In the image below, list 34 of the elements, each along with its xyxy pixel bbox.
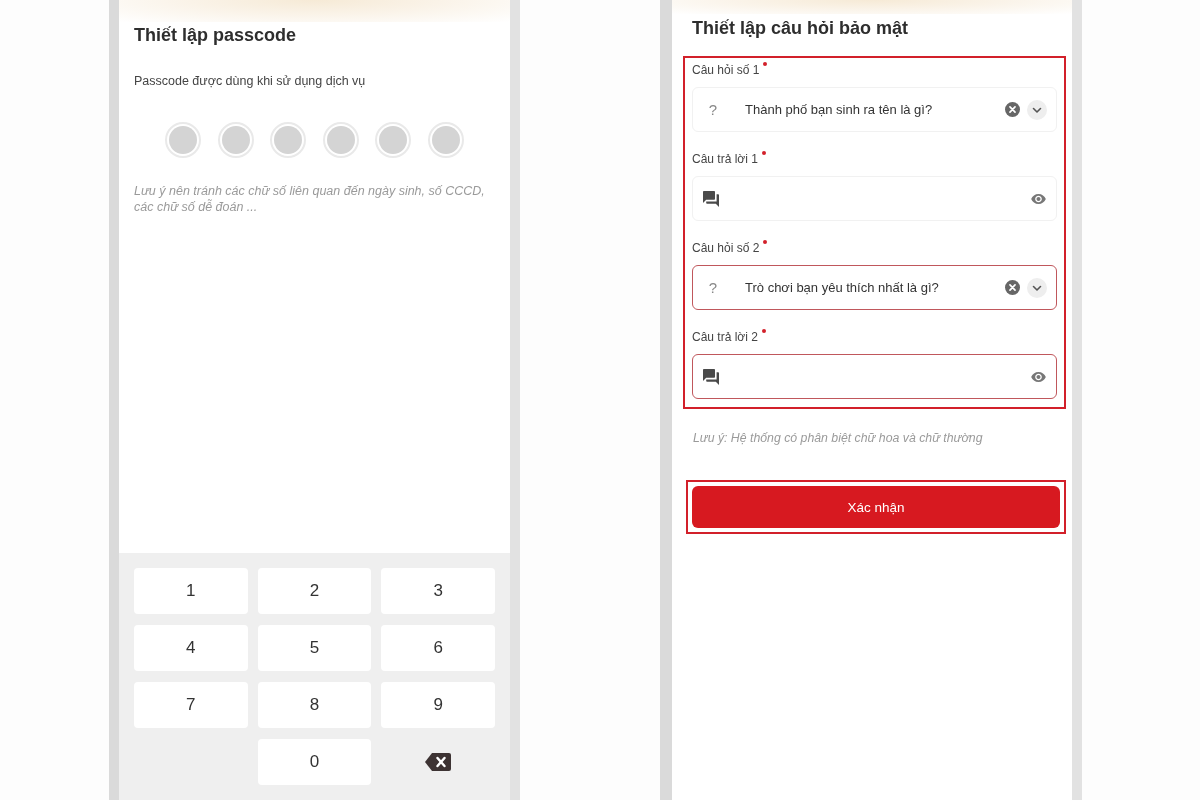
confirm-button[interactable]: Xác nhận (692, 486, 1060, 528)
eye-icon[interactable] (1031, 193, 1046, 204)
chevron-down-icon[interactable] (1027, 277, 1047, 298)
question-select[interactable]: ? Trò chơi bạn yêu thích nhất là gì? (692, 265, 1057, 310)
screen-title: Thiết lập passcode (134, 24, 298, 46)
field-label: Câu trả lời 1 (692, 151, 758, 167)
question-select[interactable]: ? Thành phố bạn sinh ra tên là gì? (692, 87, 1057, 132)
key-button[interactable]: 7 (134, 682, 248, 728)
key-button[interactable]: 2 (257, 568, 372, 614)
answer-field[interactable] (692, 354, 1057, 399)
screen-title: Thiết lập câu hỏi bảo mật (692, 17, 910, 39)
field-label: Câu trả lời 2 (692, 329, 758, 345)
key-button[interactable]: 1 (134, 568, 248, 614)
chat-bubbles-icon (703, 190, 719, 207)
key-button[interactable]: 0 (257, 739, 372, 785)
chat-bubbles-icon (703, 368, 719, 385)
field-label: Câu hỏi số 2 (692, 240, 760, 256)
key-button[interactable]: 9 (381, 682, 495, 728)
backspace-icon (425, 753, 452, 771)
key-button[interactable]: 8 (257, 682, 372, 728)
key-button[interactable]: 4 (134, 625, 248, 671)
clear-icon[interactable] (1005, 102, 1020, 117)
hint-text: Lưu ý: Hệ thống có phân biệt chữ hoa và chữ thường (693, 430, 984, 446)
clear-icon[interactable] (1005, 280, 1020, 295)
question-mark-icon: ? (708, 101, 718, 118)
chevron-down-icon[interactable] (1027, 99, 1047, 120)
screen-subtitle: Passcode được dùng khi sử dụng dịch vụ (134, 73, 367, 89)
key-button[interactable]: 6 (381, 625, 495, 671)
eye-icon[interactable] (1031, 371, 1046, 382)
hint-text: Lưu ý nên tránh các chữ số liên quan đến ngày sinh, số CCCD, các chữ số dễ đoán ... (134, 183, 486, 215)
question-mark-icon: ? (708, 279, 718, 296)
key-button[interactable]: 3 (381, 568, 495, 614)
key-button[interactable]: 5 (257, 625, 372, 671)
field-label: Câu hỏi số 1 (692, 62, 760, 78)
